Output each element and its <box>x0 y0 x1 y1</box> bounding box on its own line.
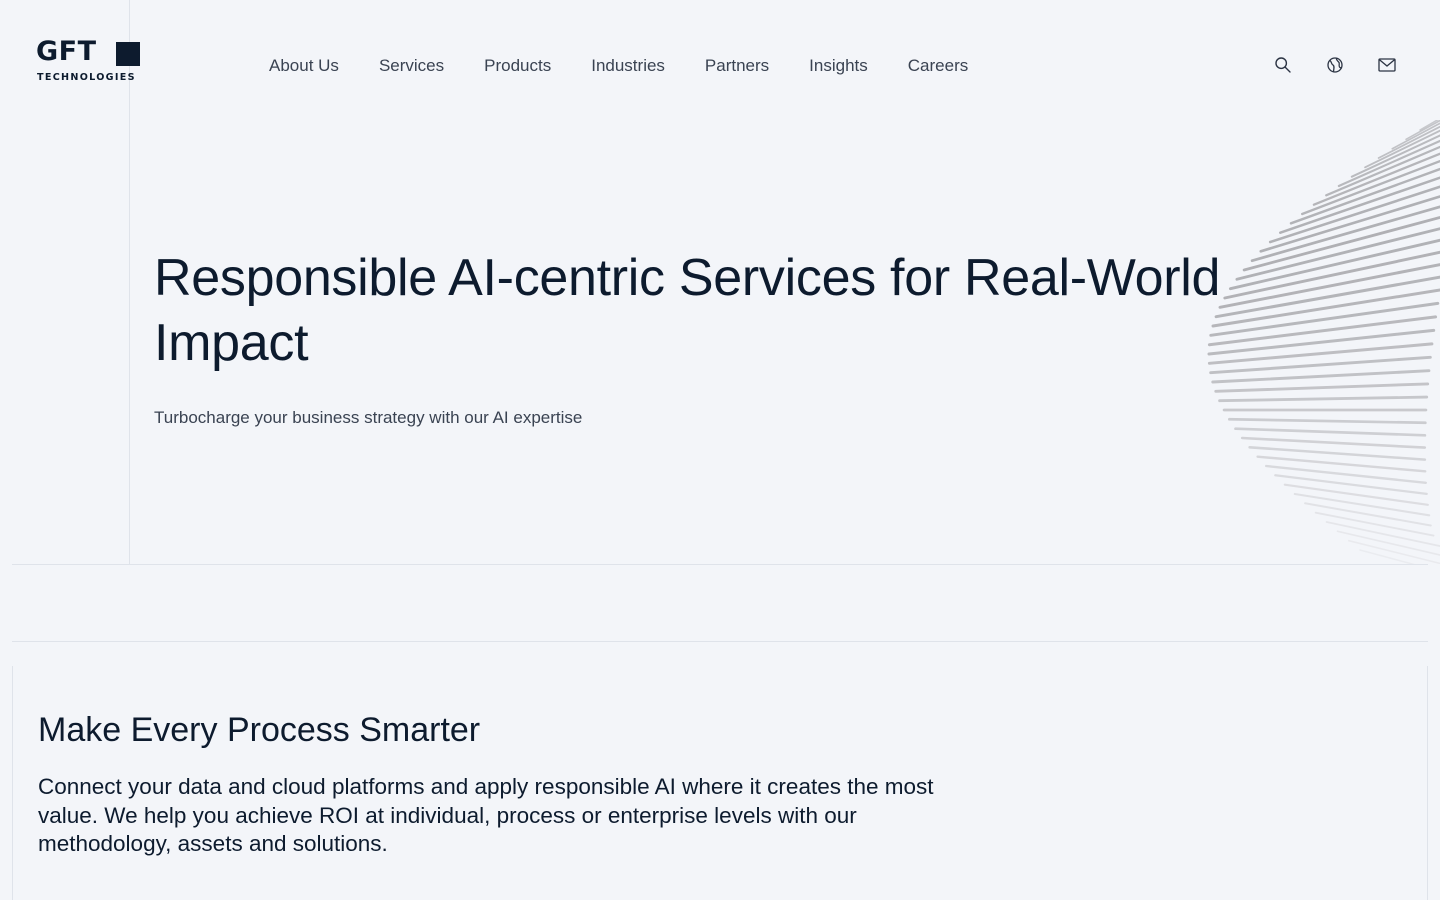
search-icon[interactable] <box>1274 55 1292 75</box>
logo-square-mark <box>116 42 140 66</box>
logo-wordmark: GFT <box>36 36 97 67</box>
section-text: Connect your data and cloud platforms an… <box>38 774 934 856</box>
section-title: Make Every Process Smarter <box>38 711 481 749</box>
nav-item-industries[interactable]: Industries <box>591 55 665 77</box>
nav-item-products[interactable]: Products <box>484 55 551 77</box>
nav-item-careers[interactable]: Careers <box>908 55 968 77</box>
nav-item-about-us[interactable]: About Us <box>269 55 339 77</box>
nav-item-partners[interactable]: Partners <box>705 55 769 77</box>
logo-subline: TECHNOLOGIES <box>37 72 136 83</box>
site-header: GFT TECHNOLOGIES About Us Services Produ… <box>0 0 1440 130</box>
hero-bottom-divider <box>12 564 1428 565</box>
section-top-divider <box>12 641 1428 642</box>
globe-icon[interactable] <box>1326 55 1344 75</box>
utility-icons <box>1274 55 1396 75</box>
smarter-process-section: Make Every Process Smarter Connect your … <box>12 666 1428 900</box>
nav-item-services[interactable]: Services <box>379 55 444 77</box>
gft-logo[interactable]: GFT TECHNOLOGIES <box>36 38 142 86</box>
hero-subtitle: Turbocharge your business strategy with … <box>154 408 583 427</box>
main-nav: About Us Services Products Industries Pa… <box>269 55 968 77</box>
hero-title: Responsible AI-centric Services for Real… <box>154 249 1221 372</box>
page: GFT TECHNOLOGIES About Us Services Produ… <box>0 0 1440 900</box>
mail-icon[interactable] <box>1378 55 1396 75</box>
nav-item-insights[interactable]: Insights <box>809 55 868 77</box>
